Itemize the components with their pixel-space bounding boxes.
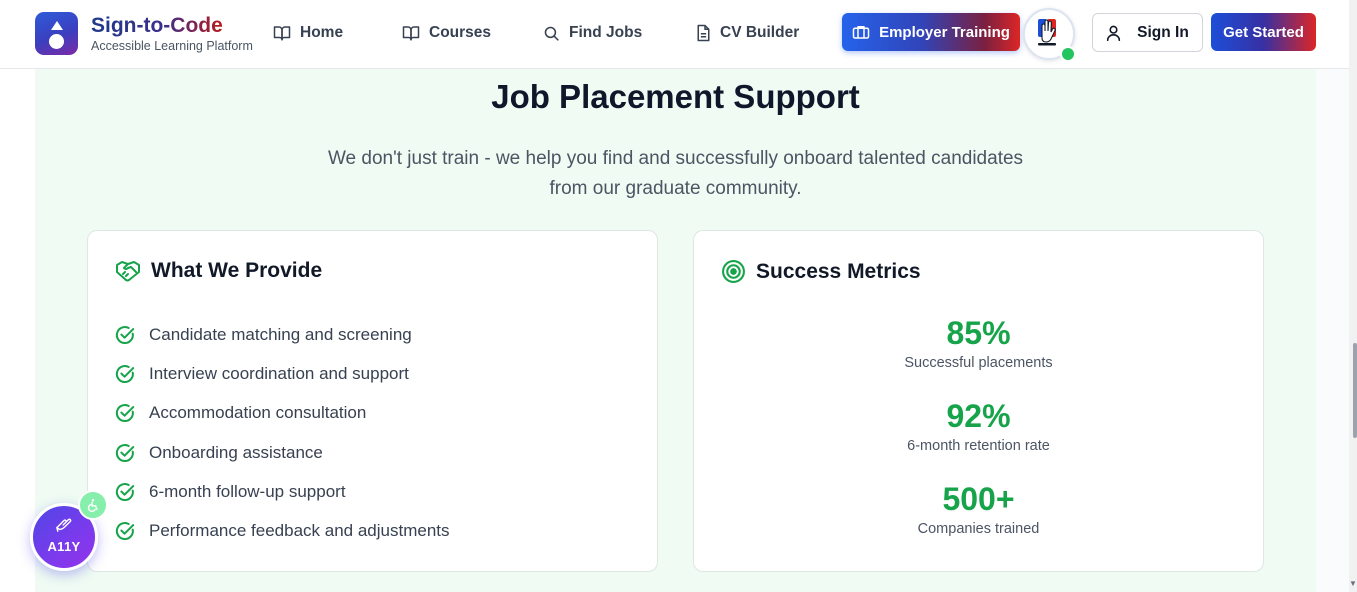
nav-cv-builder-label: CV Builder bbox=[720, 24, 800, 41]
section-title: Job Placement Support bbox=[491, 78, 860, 115]
what-we-provide-card: What We Provide Candidate matching and s… bbox=[87, 230, 658, 572]
nav-find-jobs[interactable]: Find Jobs bbox=[543, 21, 642, 45]
what-we-provide-heading: What We Provide bbox=[115, 259, 322, 283]
list-item-label: 6-month follow-up support bbox=[149, 481, 346, 501]
list-item-label: Onboarding assistance bbox=[149, 442, 323, 462]
nav-find-jobs-label: Find Jobs bbox=[569, 24, 643, 41]
check-circle-icon bbox=[115, 325, 135, 344]
brand-tagline: Accessible Learning Platform bbox=[91, 39, 253, 53]
check-circle-icon bbox=[115, 482, 135, 501]
accessibility-badge[interactable] bbox=[78, 490, 108, 520]
sign-in-button[interactable]: Sign In bbox=[1092, 13, 1203, 52]
hand-icon bbox=[56, 518, 72, 532]
metric-value: 85% bbox=[946, 315, 1011, 351]
accessibility-icon bbox=[87, 498, 98, 512]
metric-label: 6-month retention rate bbox=[907, 438, 1050, 454]
what-we-provide-title: What We Provide bbox=[151, 259, 323, 282]
logo-icon[interactable] bbox=[35, 12, 78, 55]
list-item: Interview coordination and support bbox=[115, 354, 450, 393]
metric-companies: 500+ Companies trained bbox=[694, 481, 1263, 537]
list-item: Performance feedback and adjustments bbox=[115, 511, 450, 550]
list-item: Onboarding assistance bbox=[115, 433, 450, 472]
book-open-icon bbox=[402, 26, 420, 41]
metric-label: Successful placements bbox=[904, 355, 1053, 371]
brand-name[interactable]: Sign-to-Code bbox=[91, 14, 223, 38]
list-item: 6-month follow-up support bbox=[115, 472, 450, 511]
metric-placements: 85% Successful placements bbox=[694, 315, 1263, 371]
metric-value: 500+ bbox=[942, 481, 1015, 517]
nav-courses[interactable]: Courses bbox=[402, 21, 491, 45]
list-item-label: Performance feedback and adjustments bbox=[149, 521, 450, 541]
employer-training-button[interactable]: Employer Training bbox=[842, 13, 1020, 51]
check-circle-icon bbox=[115, 404, 135, 423]
metric-label: Companies trained bbox=[917, 521, 1040, 537]
check-circle-icon bbox=[115, 522, 135, 541]
success-metrics-title: Success Metrics bbox=[756, 259, 921, 283]
right-gutter bbox=[1316, 68, 1349, 592]
nav-home-label: Home bbox=[300, 24, 344, 41]
top-navigation-bar: Sign-to-Code Accessible Learning Platfor… bbox=[0, 0, 1349, 69]
get-started-button[interactable]: Get Started bbox=[1211, 13, 1316, 51]
scrollbar-thumb[interactable] bbox=[1353, 343, 1357, 438]
provide-list: Candidate matching and screening Intervi… bbox=[115, 315, 450, 551]
job-placement-section: Job Placement Support We don't just trai… bbox=[35, 68, 1316, 592]
list-item-label: Interview coordination and support bbox=[149, 363, 409, 383]
employer-training-label: Employer Training bbox=[879, 23, 1010, 41]
sign-in-label: Sign In bbox=[1137, 23, 1189, 41]
online-status-dot bbox=[1060, 46, 1076, 62]
check-circle-icon bbox=[115, 443, 135, 462]
user-icon bbox=[1107, 25, 1121, 41]
metric-retention: 92% 6-month retention rate bbox=[694, 398, 1263, 454]
section-subtitle: We don't just train - we help you find a… bbox=[327, 148, 1024, 199]
success-metrics-card: Success Metrics 85% Successful placement… bbox=[693, 230, 1264, 572]
nav-cv-builder[interactable]: CV Builder bbox=[696, 21, 799, 45]
scrollbar-track[interactable] bbox=[1349, 0, 1357, 592]
list-item: Accommodation consultation bbox=[115, 394, 450, 433]
check-circle-icon bbox=[115, 365, 135, 383]
book-open-icon bbox=[273, 26, 291, 41]
handshake-icon bbox=[116, 261, 140, 282]
metric-value: 92% bbox=[946, 398, 1011, 434]
list-item-label: Accommodation consultation bbox=[149, 403, 367, 423]
nav-home[interactable]: Home bbox=[273, 21, 343, 45]
nav-courses-label: Courses bbox=[429, 24, 492, 41]
document-icon bbox=[697, 24, 710, 42]
search-icon bbox=[544, 26, 559, 41]
success-metrics-heading: Success Metrics bbox=[721, 259, 921, 284]
list-item: Candidate matching and screening bbox=[115, 315, 450, 354]
list-item-label: Candidate matching and screening bbox=[149, 324, 412, 344]
scroll-down-arrow-icon[interactable]: ▼ bbox=[1349, 578, 1357, 590]
accessibility-label: A11Y bbox=[47, 539, 81, 554]
target-icon bbox=[722, 260, 745, 283]
briefcase-icon bbox=[852, 26, 870, 39]
avatar[interactable] bbox=[1023, 8, 1076, 62]
